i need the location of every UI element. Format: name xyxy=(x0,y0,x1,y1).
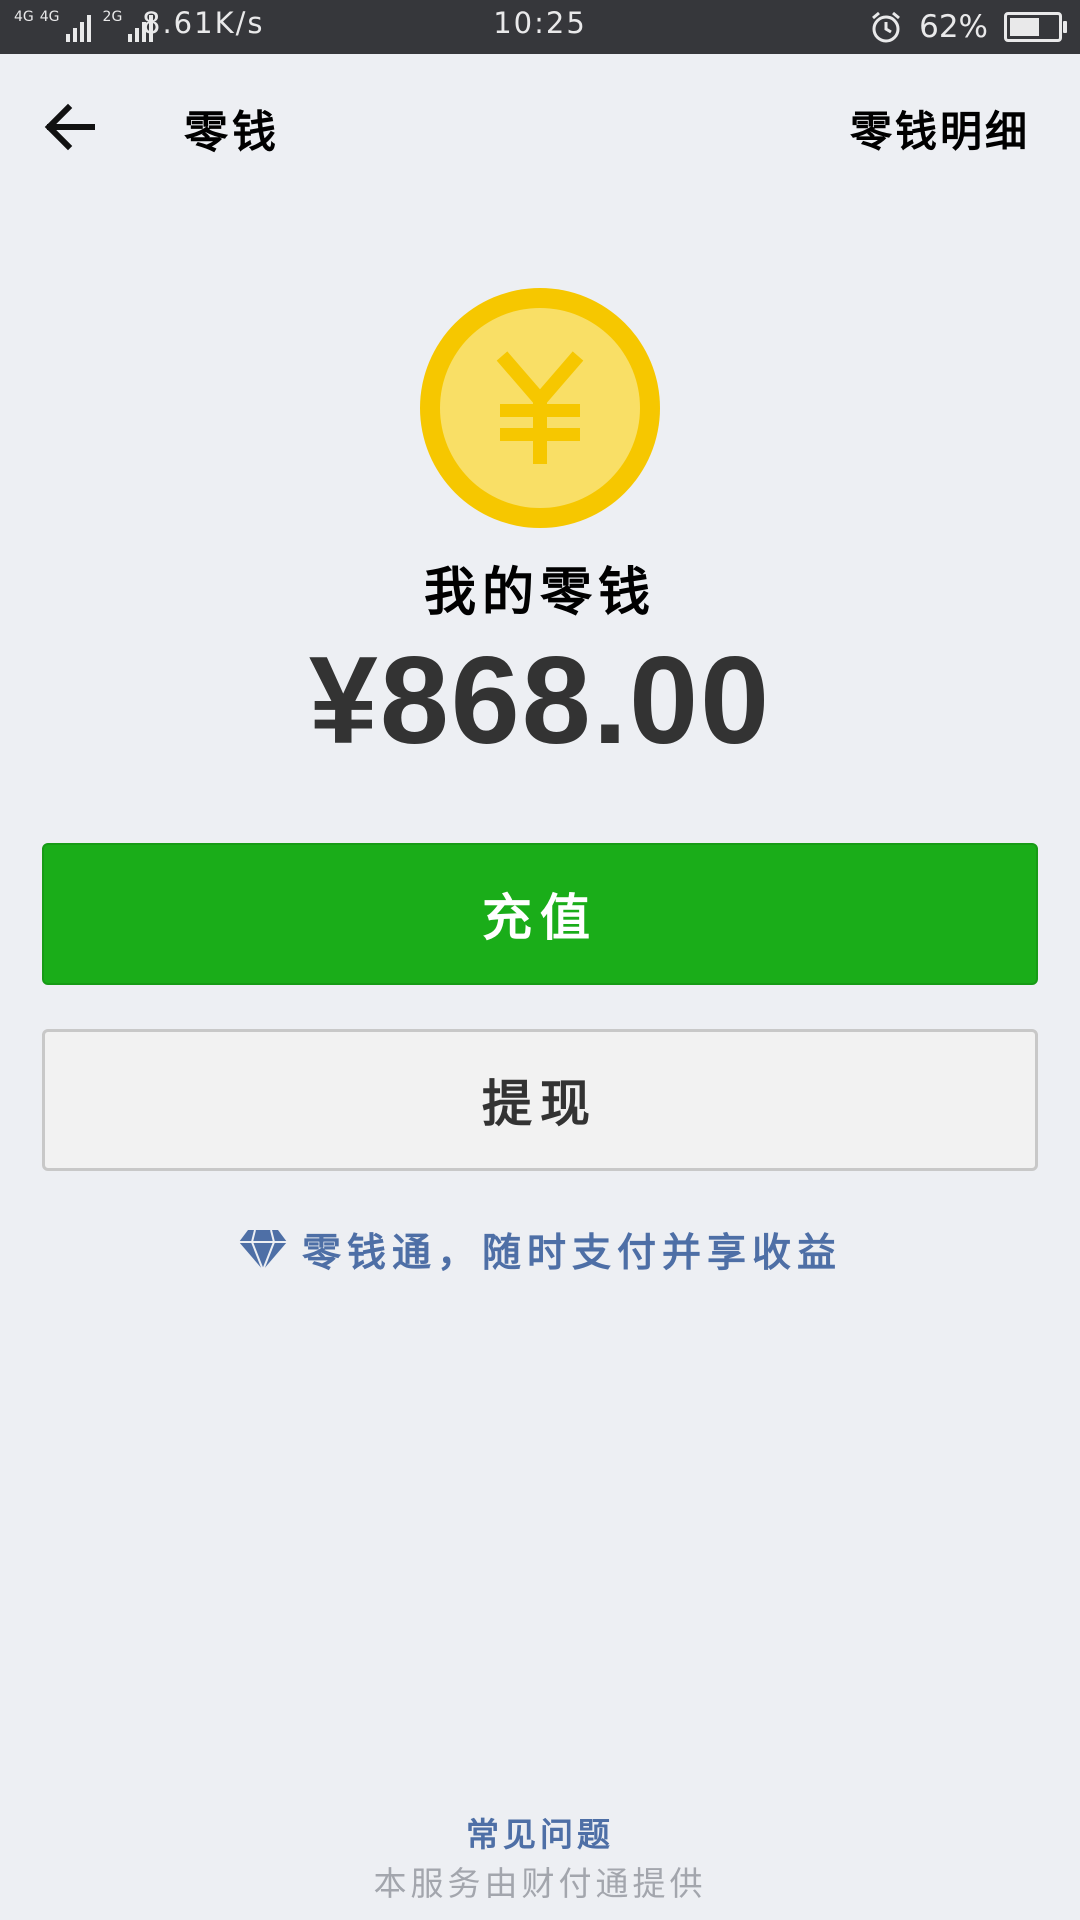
diamond-icon xyxy=(238,1229,287,1272)
promo-text: 零钱通，随时支付并享收益 xyxy=(301,1231,842,1276)
balance-amount: ¥868.00 xyxy=(308,632,772,770)
yuan-coin-icon xyxy=(420,288,660,528)
battery-percent: 62% xyxy=(919,9,988,45)
recharge-button[interactable]: 充值 xyxy=(42,843,1038,985)
status-bar: 4G 4G 2G 8.61K/s 10:25 62% xyxy=(0,0,1080,54)
page-title: 零钱 xyxy=(184,107,280,158)
service-provider-note: 本服务由财付通提供 xyxy=(373,1864,707,1903)
withdraw-button[interactable]: 提现 xyxy=(42,1029,1038,1171)
lingqiantong-promo-link[interactable]: 零钱通，随时支付并享收益 xyxy=(0,1222,1080,1278)
faq-link[interactable]: 常见问题 xyxy=(0,1808,1080,1856)
change-details-link[interactable]: 零钱明细 xyxy=(850,98,1030,159)
battery-icon xyxy=(1004,12,1067,42)
alarm-icon xyxy=(872,11,901,43)
balance-label: 我的零钱 xyxy=(423,563,656,623)
arrow-left-icon[interactable] xyxy=(42,98,100,156)
